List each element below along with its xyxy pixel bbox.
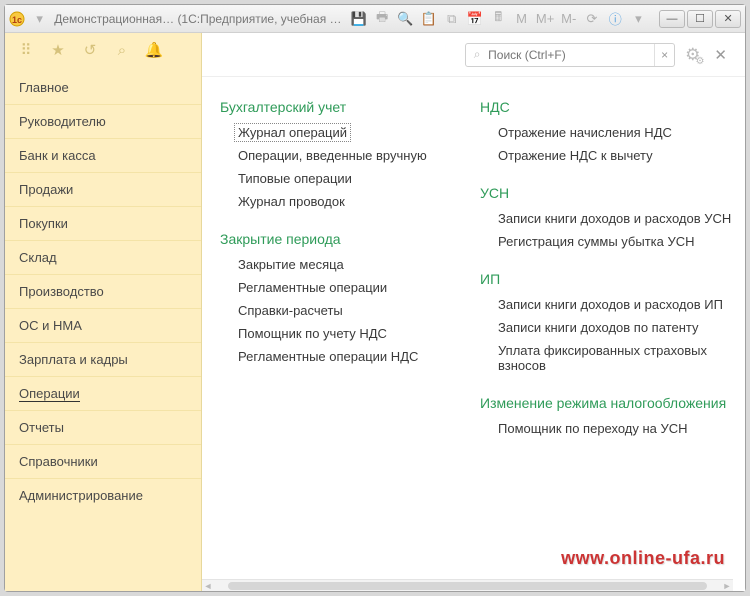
clipboard-icon[interactable]: 📋 — [420, 10, 437, 28]
calc-icon[interactable]: 🖩 — [490, 10, 507, 28]
save-icon[interactable]: 💾 — [350, 10, 367, 28]
sidebar-item-2[interactable]: Банк и касса — [5, 138, 201, 172]
sidebar-item-label: Склад — [19, 250, 57, 265]
search-clear-button[interactable]: × — [654, 44, 674, 66]
history-icon[interactable]: ↺ — [81, 41, 99, 59]
window-title: Демонстрационная… (1С:Предприятие, учебн… — [54, 12, 344, 26]
mem-m-minus[interactable]: M- — [560, 10, 577, 28]
refresh-icon[interactable]: ⟳ — [583, 10, 600, 28]
app-body: ⠿ ★ ↺ ⌕ 🔔 Главное Руководителю Банк и касс… — [5, 33, 745, 591]
main-toolbar: ⌕ × ⚙⚙ ✕ — [202, 33, 745, 77]
sidebar-item-label: Администрирование — [19, 488, 143, 503]
menu-link[interactable]: Записи книги доходов и расходов ИП — [498, 297, 735, 312]
section-title-ip: ИП — [480, 271, 735, 287]
menu-link[interactable]: Записи книги доходов и расходов УСН — [498, 211, 735, 226]
menu-link[interactable]: Записи книги доходов по патенту — [498, 320, 735, 335]
sidebar-item-label: Руководителю — [19, 114, 106, 129]
sidebar-item-1[interactable]: Руководителю — [5, 104, 201, 138]
watermark: www.online-ufa.ru — [561, 548, 725, 569]
menu-link[interactable]: Операции, введенные вручную — [238, 148, 460, 163]
compare-icon[interactable]: ⧉ — [443, 10, 460, 28]
menu-link[interactable]: Отражение начисления НДС — [498, 125, 735, 140]
section-title-tax-mode: Изменение режима налогообложения — [480, 395, 735, 411]
app-window: 1c ▾ Демонстрационная… (1С:Предприятие, … — [4, 4, 746, 592]
sidebar-item-12[interactable]: Администрирование — [5, 478, 201, 512]
menu-link[interactable]: Регламентные операции — [238, 280, 460, 295]
sidebar-item-label: Зарплата и кадры — [19, 352, 128, 367]
sidebar-item-label: ОС и НМА — [19, 318, 82, 333]
sidebar-item-9[interactable]: Операции — [5, 376, 201, 410]
horizontal-scrollbar[interactable]: ◄ ► — [202, 579, 733, 591]
menu-link[interactable]: Закрытие месяца — [238, 257, 460, 272]
sidebar-item-8[interactable]: Зарплата и кадры — [5, 342, 201, 376]
sidebar: ⠿ ★ ↺ ⌕ 🔔 Главное Руководителю Банк и касс… — [5, 33, 202, 591]
search-icon[interactable]: ⌕ — [113, 41, 131, 59]
sidebar-item-5[interactable]: Склад — [5, 240, 201, 274]
star-icon[interactable]: ★ — [49, 41, 67, 59]
sidebar-item-label: Банк и касса — [19, 148, 96, 163]
app-logo-icon: 1c — [9, 11, 25, 27]
section-title-accounting: Бухгалтерский учет — [220, 99, 460, 115]
search-icon-input: ⌕ — [466, 47, 488, 62]
sidebar-item-label: Покупки — [19, 216, 68, 231]
menu-link[interactable]: Регистрация суммы убытка УСН — [498, 234, 735, 249]
title-bar: 1c ▾ Демонстрационная… (1С:Предприятие, … — [5, 5, 745, 33]
sidebar-item-4[interactable]: Покупки — [5, 206, 201, 240]
sidebar-item-label: Операции — [19, 386, 80, 402]
content-area: Бухгалтерский учет Журнал операций Операц… — [202, 77, 745, 591]
preview-icon[interactable]: 🔍 — [397, 10, 414, 28]
info-icon[interactable]: ⓘ — [607, 10, 624, 28]
sidebar-item-3[interactable]: Продажи — [5, 172, 201, 206]
sidebar-item-label: Главное — [19, 80, 69, 95]
menu-link[interactable]: Отражение НДС к вычету — [498, 148, 735, 163]
maximize-button[interactable]: ☐ — [687, 10, 713, 28]
mem-m[interactable]: M — [513, 10, 530, 28]
more-icon[interactable]: ▾ — [630, 10, 647, 28]
main-panel: ⌕ × ⚙⚙ ✕ Бухгалтерский учет Журнал опера… — [202, 33, 745, 591]
search-box[interactable]: ⌕ × — [465, 43, 675, 67]
section-title-vat: НДС — [480, 99, 735, 115]
scroll-right-icon[interactable]: ► — [721, 581, 733, 591]
sidebar-item-label: Продажи — [19, 182, 73, 197]
menu-link[interactable]: Помощник по учету НДС — [238, 326, 460, 341]
grid-icon[interactable]: ⠿ — [17, 41, 35, 59]
menu-link[interactable]: Помощник по переходу на УСН — [498, 421, 735, 436]
menu-link[interactable]: Журнал операций — [234, 123, 351, 142]
nav: Главное Руководителю Банк и касса Продажи По… — [5, 67, 201, 512]
sidebar-item-7[interactable]: ОС и НМА — [5, 308, 201, 342]
sidebar-item-6[interactable]: Производство — [5, 274, 201, 308]
scroll-left-icon[interactable]: ◄ — [202, 581, 214, 591]
sidebar-item-label: Отчеты — [19, 420, 64, 435]
sidebar-item-label: Производство — [19, 284, 104, 299]
menu-link[interactable]: Типовые операции — [238, 171, 460, 186]
sidebar-toolbar: ⠿ ★ ↺ ⌕ 🔔 — [5, 33, 201, 67]
menu-link[interactable]: Справки-расчеты — [238, 303, 460, 318]
menu-link[interactable]: Журнал проводок — [238, 194, 460, 209]
bell-icon[interactable]: 🔔 — [145, 41, 163, 59]
sidebar-item-label: Справочники — [19, 454, 98, 469]
close-button[interactable]: ✕ — [715, 10, 741, 28]
mem-m-plus[interactable]: M+ — [536, 10, 554, 28]
panel-close-button[interactable]: ✕ — [710, 46, 731, 64]
search-input[interactable] — [488, 48, 654, 62]
sidebar-item-0[interactable]: Главное — [5, 71, 201, 104]
scrollbar-thumb[interactable] — [228, 582, 707, 590]
sidebar-item-11[interactable]: Справочники — [5, 444, 201, 478]
calendar-icon[interactable]: 📅 — [466, 10, 483, 28]
menu-link[interactable]: Регламентные операции НДС — [238, 349, 460, 364]
menu-link[interactable]: Уплата фиксированных страховых взносов — [498, 343, 735, 373]
svg-text:1c: 1c — [12, 15, 22, 25]
section-title-closing: Закрытие периода — [220, 231, 460, 247]
sidebar-item-10[interactable]: Отчеты — [5, 410, 201, 444]
minimize-button[interactable]: — — [659, 10, 685, 28]
dropdown-icon[interactable]: ▾ — [31, 10, 48, 28]
settings-gear-icon[interactable]: ⚙⚙ — [685, 45, 700, 65]
section-title-usn: УСН — [480, 185, 735, 201]
print-icon[interactable]: 🖶 — [373, 10, 390, 28]
